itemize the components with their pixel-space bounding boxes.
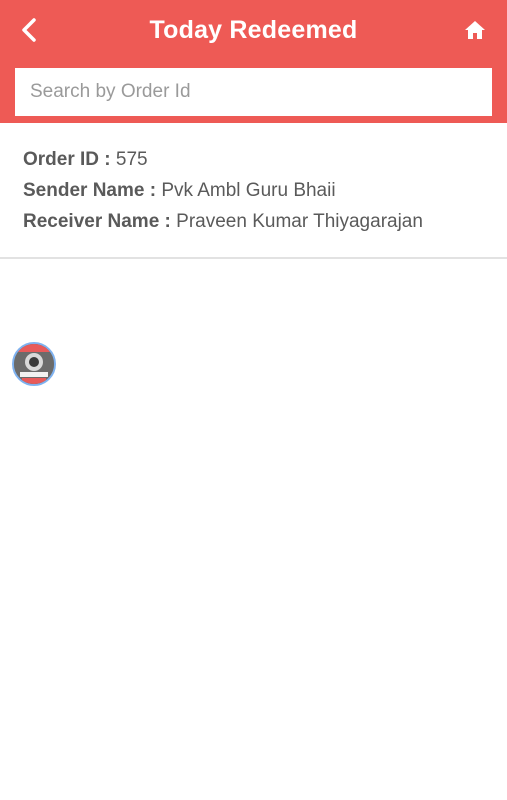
order-id-label: Order ID : (23, 149, 111, 170)
order-id-row: Order ID : 575 (23, 149, 148, 171)
avatar-thumbnail-icon (14, 344, 54, 384)
back-button[interactable] (14, 14, 46, 46)
receiver-name-value: Praveen Kumar Thiyagarajan (176, 211, 423, 232)
search-input[interactable] (15, 68, 492, 116)
home-button[interactable] (461, 16, 489, 44)
search-box (15, 68, 492, 116)
receiver-name-row: Receiver Name : Praveen Kumar Thiyagaraj… (23, 211, 423, 233)
receiver-name-label: Receiver Name : (23, 211, 171, 232)
app-header: Today Redeemed (0, 0, 507, 123)
sender-name-value: Pvk Ambl Guru Bhaii (161, 180, 336, 201)
sender-name-label: Sender Name : (23, 180, 157, 201)
app-screen: Today Redeemed Order ID : 575 Sender Nam… (0, 0, 507, 800)
sender-name-row: Sender Name : Pvk Ambl Guru Bhaii (23, 180, 336, 202)
floating-avatar-button[interactable] (12, 342, 56, 386)
home-icon (465, 21, 485, 39)
chevron-left-icon (22, 18, 36, 42)
order-card[interactable]: Order ID : 575 Sender Name : Pvk Ambl Gu… (0, 123, 507, 259)
page-title: Today Redeemed (149, 16, 358, 44)
top-bar: Today Redeemed (0, 0, 507, 60)
order-id-value: 575 (115, 149, 148, 170)
